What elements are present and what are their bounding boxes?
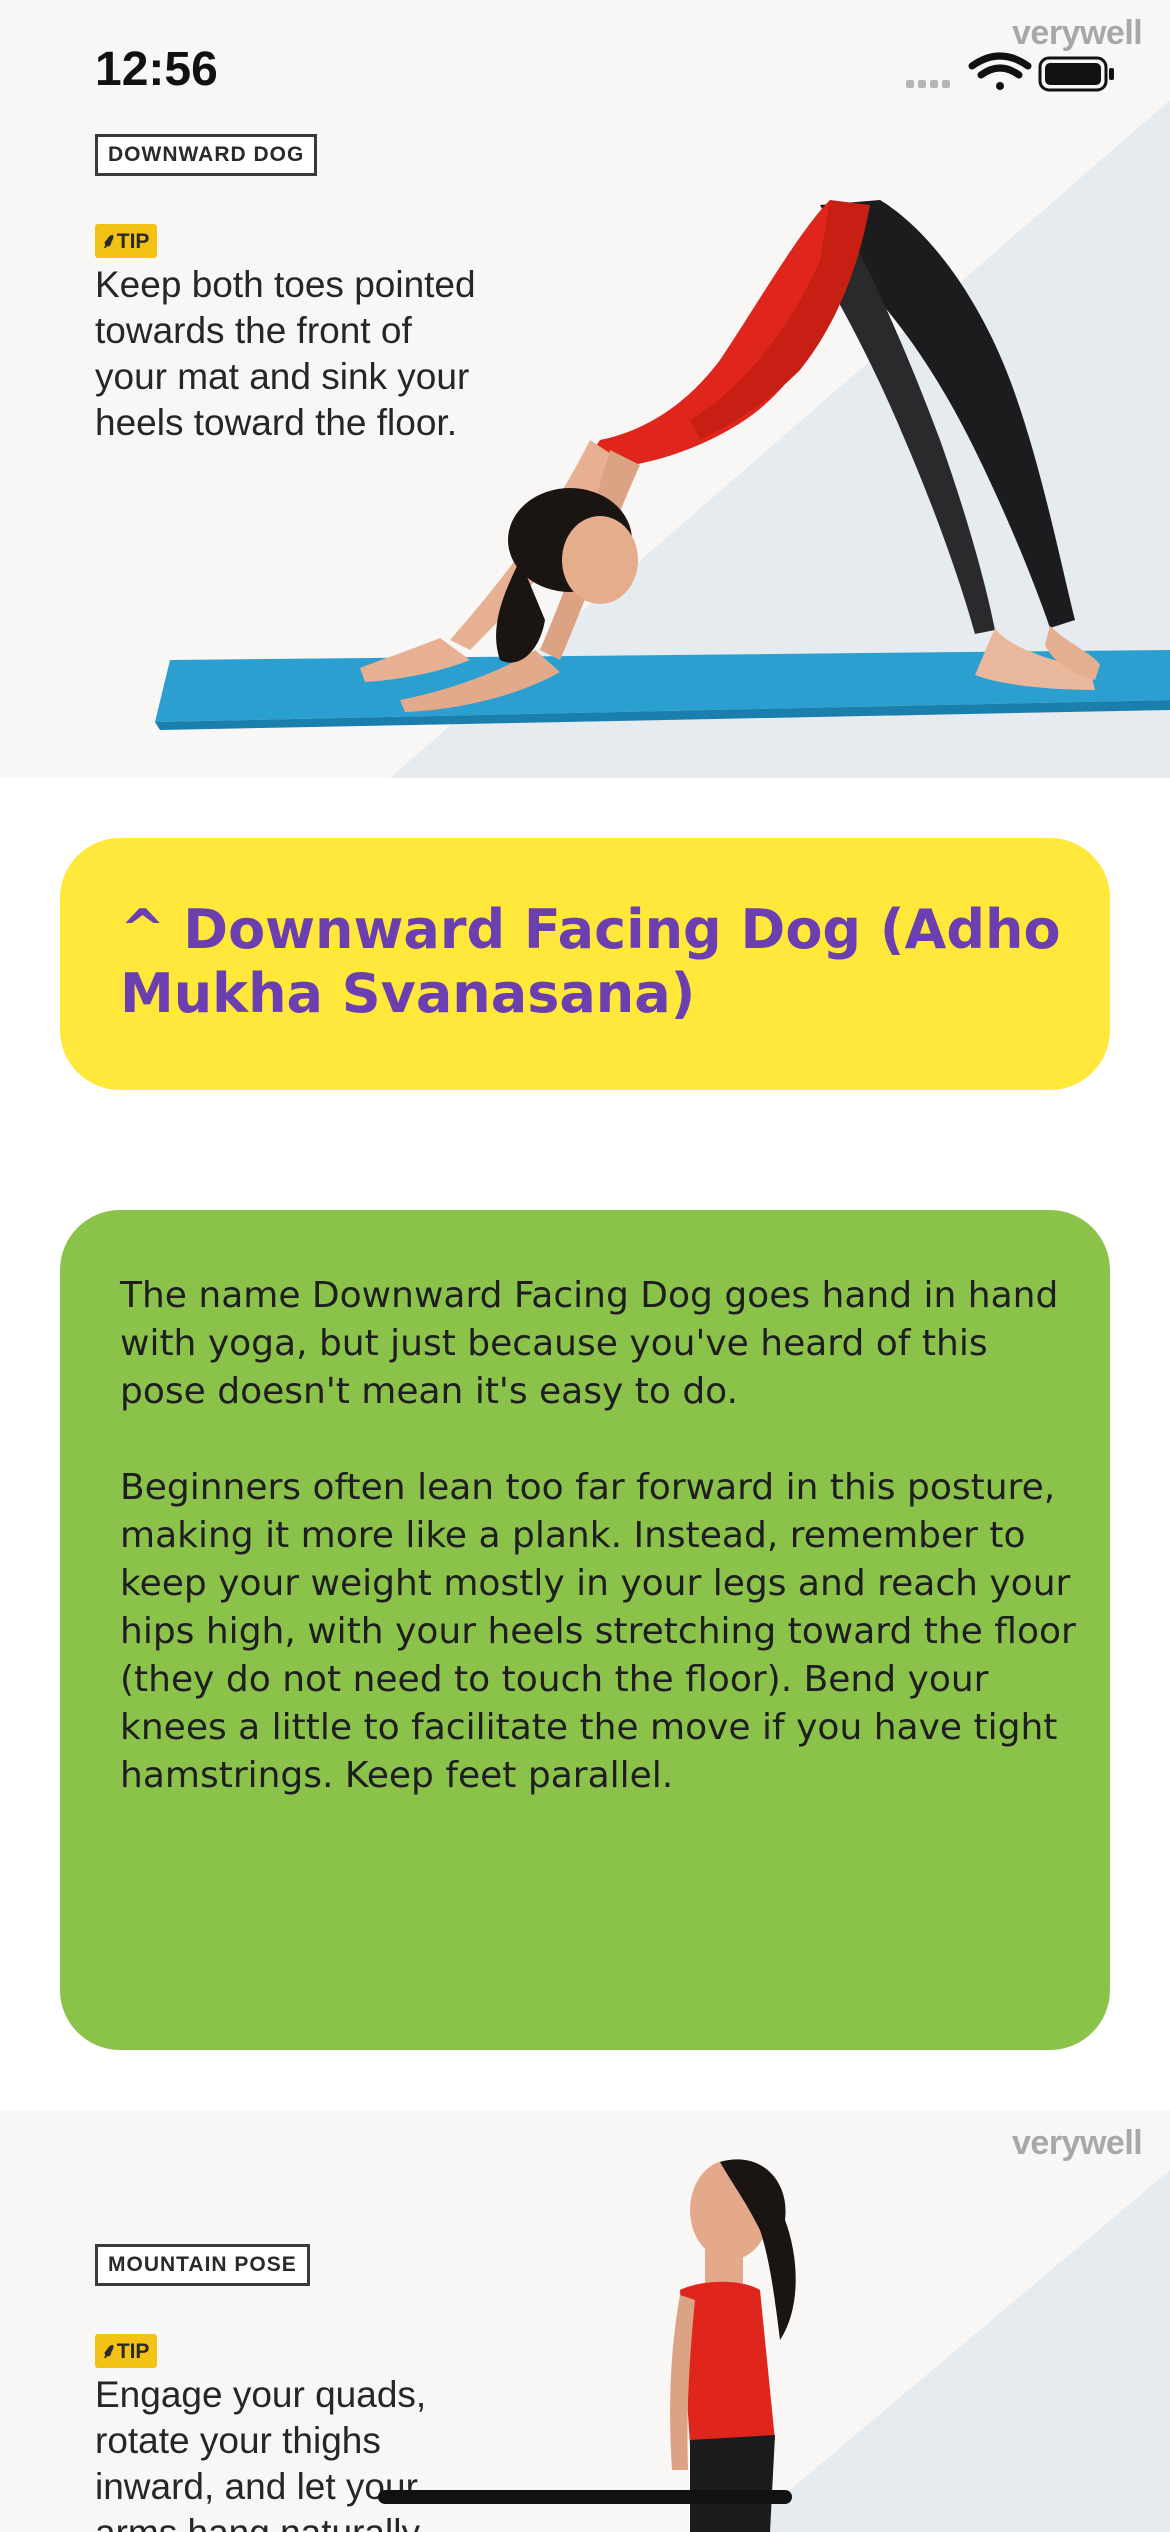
- tip-label: TIP: [116, 230, 150, 253]
- pose-description-card: The name Downward Facing Dog goes hand i…: [60, 1210, 1110, 2050]
- pose-title-card[interactable]: ^ Downward Facing Dog (Adho Mukha Svanasa…: [60, 838, 1110, 1090]
- home-indicator[interactable]: [378, 2490, 792, 2504]
- tip-label: TIP: [116, 2340, 150, 2363]
- caret-up-icon[interactable]: ^: [120, 898, 165, 961]
- cellular-signal-icon: [906, 80, 950, 88]
- status-icons: [906, 52, 1114, 92]
- leaf-icon: ⸙: [101, 230, 117, 253]
- pose-label: MOUNTAIN POSE: [95, 2244, 310, 2286]
- verywell-logo: verywell: [1012, 14, 1143, 52]
- leaf-icon: ⸙: [101, 2340, 117, 2363]
- hero-image-mountain-pose: verywell MOUNTAIN POSE ⸙TIP Engage your …: [0, 2110, 1170, 2532]
- pose-title-text: Downward Facing Dog (Adho Mukha Svanasan…: [120, 898, 1061, 1025]
- pose-label: DOWNWARD DOG: [95, 134, 318, 176]
- tip-badge: ⸙TIP: [95, 224, 158, 258]
- pose-title: ^ Downward Facing Dog (Adho Mukha Svanasa…: [120, 898, 1080, 1026]
- status-time: 12:56: [95, 43, 218, 96]
- battery-icon: [1038, 56, 1114, 92]
- tip-text: Engage your quads, rotate your thighs in…: [95, 2374, 427, 2532]
- wifi-icon: [968, 52, 1032, 90]
- tip-text: Keep both toes pointed towards the front…: [95, 264, 476, 443]
- pose-description: The name Downward Facing Dog goes hand i…: [120, 1275, 1076, 1796]
- hero-image-downward-dog: verywell DOWNWARD DOG ⸙TIP Keep both toe…: [0, 0, 1170, 778]
- verywell-logo: verywell: [1012, 2124, 1143, 2162]
- tip-badge: ⸙TIP: [95, 2334, 158, 2368]
